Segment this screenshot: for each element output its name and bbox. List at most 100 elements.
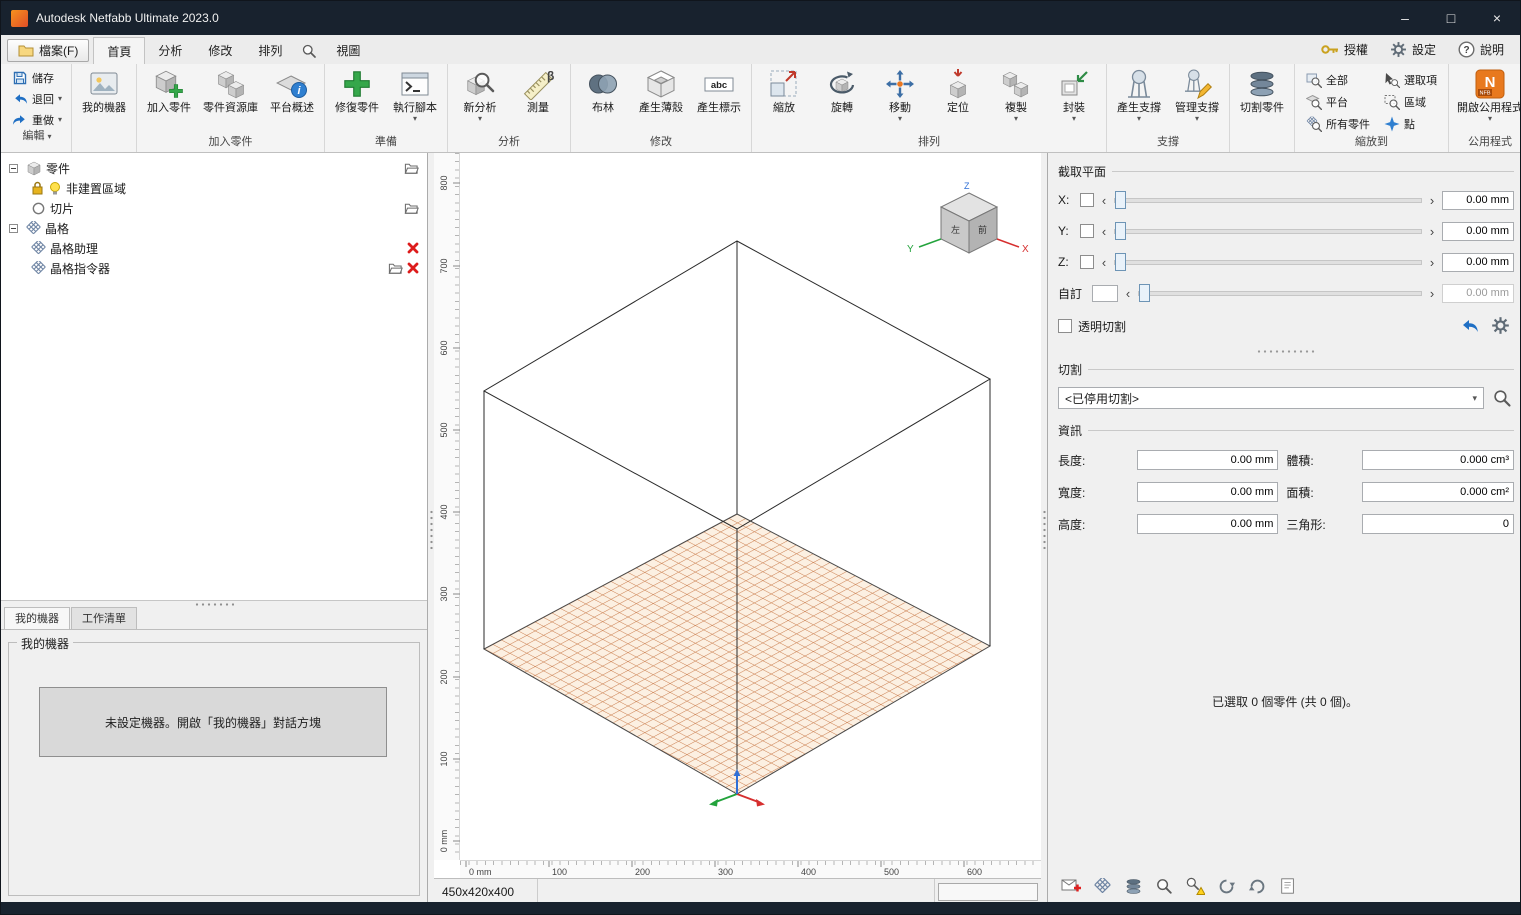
undo-button[interactable]: 退回 ▾ xyxy=(9,89,65,108)
clip-z-slider[interactable] xyxy=(1114,253,1422,271)
zoom-all-parts-button[interactable]: 所有零件 xyxy=(1299,113,1377,135)
create-label-button[interactable]: abc 產生標示 xyxy=(691,67,747,116)
tab-arrange[interactable]: 排列 xyxy=(245,37,295,64)
chevron-down-icon[interactable]: ▾ xyxy=(1072,115,1076,123)
report-button[interactable] xyxy=(1275,873,1301,899)
machine-not-set-message[interactable]: 未設定機器。開啟「我的機器」對話方塊 xyxy=(39,687,387,757)
clip-x-decrease-arrow[interactable]: ‹ xyxy=(1098,194,1110,207)
license-button[interactable]: 授權 xyxy=(1321,41,1368,58)
chevron-down-icon[interactable]: ▾ xyxy=(1488,115,1492,123)
custom-plane-field[interactable] xyxy=(1092,285,1118,302)
custom-plane-slider[interactable] xyxy=(1138,284,1422,302)
measure-button[interactable]: β 測量 xyxy=(510,67,566,116)
platform-overview-button[interactable]: i 平台概述 xyxy=(264,67,320,116)
slider-thumb[interactable] xyxy=(1115,191,1126,209)
clip-x-increase-arrow[interactable]: › xyxy=(1426,194,1438,207)
transparent-cut-checkbox[interactable] xyxy=(1058,319,1072,333)
boolean-button[interactable]: 布林 xyxy=(575,67,631,116)
check-warning-button[interactable] xyxy=(1182,873,1208,899)
scene-3d-canvas[interactable]: 左 前 Y X Z xyxy=(460,153,1041,860)
slider-thumb[interactable] xyxy=(1139,284,1150,302)
add-part-button[interactable]: 加入零件 xyxy=(141,67,197,116)
create-shell-button[interactable]: 產生薄殼 xyxy=(633,67,689,116)
open-folder-icon[interactable] xyxy=(404,161,419,176)
custom-plane-value[interactable] xyxy=(1442,284,1514,303)
clip-y-value[interactable] xyxy=(1442,222,1514,241)
clip-y-increase-arrow[interactable]: › xyxy=(1426,225,1438,238)
lattice-view-button[interactable] xyxy=(1089,873,1115,899)
repair-part-button[interactable]: 修復零件 xyxy=(329,67,385,116)
clip-z-decrease-arrow[interactable]: ‹ xyxy=(1098,256,1110,269)
settings-button[interactable]: 設定 xyxy=(1390,41,1436,58)
tab-worklist[interactable]: 工作清單 xyxy=(71,607,137,629)
chevron-down-icon[interactable]: ▾ xyxy=(478,115,482,123)
tree-item-slices[interactable]: 切片 xyxy=(1,198,427,218)
clip-x-value[interactable] xyxy=(1442,191,1514,210)
slice-parts-button[interactable]: 切割零件 xyxy=(1234,67,1290,116)
tree-item-lattice-commander[interactable]: 晶格指令器 xyxy=(1,258,427,278)
chevron-down-icon[interactable]: ▾ xyxy=(1195,115,1199,123)
zoom-button[interactable] xyxy=(1151,873,1177,899)
collapse-icon[interactable] xyxy=(9,164,18,173)
panel-splitter[interactable] xyxy=(1058,345,1514,357)
zoom-all-button[interactable]: 全部 xyxy=(1299,69,1377,91)
search-icon[interactable] xyxy=(295,37,323,64)
history-button[interactable] xyxy=(1244,873,1270,899)
open-folder-icon[interactable] xyxy=(388,261,403,276)
clip-z-increase-arrow[interactable]: › xyxy=(1426,256,1438,269)
tree-item-lattice-assistant[interactable]: 晶格助理 xyxy=(1,238,427,258)
clip-x-checkbox[interactable] xyxy=(1080,193,1094,207)
slice-view-button[interactable] xyxy=(1120,873,1146,899)
zoom-platform-button[interactable]: 平台 xyxy=(1299,91,1377,113)
chevron-down-icon[interactable]: ▾ xyxy=(413,115,417,123)
message-add-button[interactable] xyxy=(1058,873,1084,899)
generate-support-button[interactable]: 產生支撐 ▾ xyxy=(1111,67,1167,124)
clip-y-decrease-arrow[interactable]: ‹ xyxy=(1098,225,1110,238)
custom-decrease-arrow[interactable]: ‹ xyxy=(1122,287,1134,300)
file-menu-button[interactable]: 檔案(F) xyxy=(7,39,89,62)
move-button[interactable]: 移動 ▾ xyxy=(872,67,928,124)
slider-thumb[interactable] xyxy=(1115,253,1126,271)
maximize-button[interactable]: □ xyxy=(1428,1,1474,35)
zoom-selection-button[interactable]: 選取項 xyxy=(1377,69,1444,91)
close-button[interactable]: × xyxy=(1474,1,1520,35)
chevron-down-icon[interactable]: ▾ xyxy=(1014,115,1018,123)
chevron-down-icon[interactable]: ▾ xyxy=(898,115,902,123)
my-machine-button[interactable]: 我的機器 xyxy=(76,67,132,116)
redo-button[interactable]: 重做 ▾ xyxy=(9,110,65,129)
delete-x-icon[interactable] xyxy=(407,262,419,274)
manage-support-button[interactable]: 管理支撐 ▾ xyxy=(1169,67,1225,124)
new-analysis-button[interactable]: 新分析 ▾ xyxy=(452,67,508,124)
tab-analysis[interactable]: 分析 xyxy=(145,37,195,64)
clip-z-checkbox[interactable] xyxy=(1080,255,1094,269)
refresh-button[interactable] xyxy=(1213,873,1239,899)
duplicate-button[interactable]: 複製 ▾ xyxy=(988,67,1044,124)
tab-my-machine[interactable]: 我的機器 xyxy=(4,607,70,629)
pack-button[interactable]: 封裝 ▾ xyxy=(1046,67,1102,124)
cut-search-button[interactable] xyxy=(1490,386,1514,410)
custom-increase-arrow[interactable]: › xyxy=(1426,287,1438,300)
help-button[interactable]: ? 說明 xyxy=(1458,41,1504,58)
rotate-button[interactable]: 旋轉 xyxy=(814,67,870,116)
gear-icon[interactable] xyxy=(1491,316,1510,335)
group-label-edit[interactable]: 編輯 ▾ xyxy=(3,129,71,146)
part-library-button[interactable]: 零件資源庫 xyxy=(199,67,262,116)
open-utility-button[interactable]: N NFB 開啟公用程式 ▾ xyxy=(1453,67,1521,124)
clip-z-value[interactable] xyxy=(1442,253,1514,272)
chevron-down-icon[interactable]: ▾ xyxy=(58,116,62,124)
align-button[interactable]: 定位 xyxy=(930,67,986,116)
tab-home[interactable]: 首頁 xyxy=(93,37,145,64)
tab-modify[interactable]: 修改 xyxy=(195,37,245,64)
tree-item-no-build-zone[interactable]: 非建置區域 xyxy=(1,178,427,198)
clip-x-slider[interactable] xyxy=(1114,191,1422,209)
clip-y-checkbox[interactable] xyxy=(1080,224,1094,238)
slider-thumb[interactable] xyxy=(1115,222,1126,240)
reset-undo-icon[interactable] xyxy=(1459,316,1479,336)
delete-x-icon[interactable] xyxy=(407,242,419,254)
tree-item-lattice[interactable]: 晶格 xyxy=(1,218,427,238)
minimize-button[interactable]: – xyxy=(1382,1,1428,35)
tab-view[interactable]: 視圖 xyxy=(323,37,373,64)
chevron-down-icon[interactable]: ▾ xyxy=(1137,115,1141,123)
tree-item-parts[interactable]: 零件 xyxy=(1,158,427,178)
scale-button[interactable]: 縮放 xyxy=(756,67,812,116)
